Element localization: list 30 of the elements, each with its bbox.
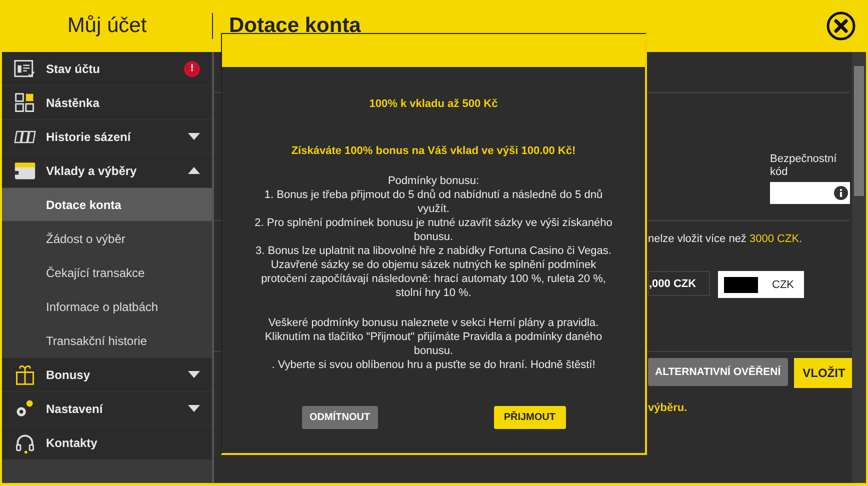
sidebar-item[interactable]: Stav účtu ! — [2, 52, 212, 86]
condition-text: 1. Bonus je třeba přijmout do 5 dnů od nabídnutí a následně do 5 dnů využít. — [263, 188, 604, 216]
sidebar-item[interactable]: Bonusy — [2, 358, 212, 392]
deposit-button[interactable]: VLOŽIT — [794, 358, 854, 388]
sidebar-item[interactable]: Nástěnka — [2, 86, 212, 120]
security-code-label: Bezpečnostní kód — [770, 153, 838, 179]
sidebar-item[interactable]: Kontakty — [2, 426, 212, 460]
condition-text: 2. Pro splnění podmínek bonusu je nutné uzavřít sázky ve výši získaného bonusu. — [254, 216, 614, 244]
decline-button[interactable]: ODMÍTNOUT — [302, 406, 378, 429]
condition-text: 3. Bonus lze uplatnit na libovolné hře z nabídky Fortuna Casino či Vegas. — [254, 244, 612, 258]
amount-display: ,000 CZK — [648, 271, 710, 296]
submenu-item[interactable]: Dotace konta — [2, 188, 212, 222]
info-text: Veškeré podmínky bonusu naleznete v sekci Herní plány a pravidla. — [267, 316, 600, 330]
accept-button[interactable]: PŘIJMOUT — [494, 406, 566, 429]
account-title: Můj účet — [67, 14, 147, 38]
amount-field[interactable]: CZK — [718, 271, 804, 298]
alternative-verification-button[interactable]: ALTERNATIVNÍ OVĚŘENÍ — [648, 358, 788, 386]
bonus-heading: 100% k vkladu až 500 Kč — [369, 97, 498, 111]
info-text: . Vyberte si svou oblíbenou hru a pusťte se do hraní. Hodně štěstí! — [270, 358, 596, 372]
condition-text: Podmínky bonusu: — [386, 174, 480, 188]
note-text: výběru. — [648, 402, 688, 414]
limit-text: nelze vložit více než 3000 CZK. — [648, 233, 804, 245]
sidebar-item[interactable]: Historie sázení — [2, 120, 212, 154]
alert-badge: ! — [184, 60, 200, 76]
page-title: Dotace konta — [229, 14, 362, 38]
bonus-message: Získáváte 100% bonus na Váš vklad ve výši 100.00 Kč! — [291, 144, 576, 158]
info-text: Kliknutím na tlačítko "Přijmout" přijímáte Pravidla a podmínky daného bonusu. — [264, 330, 604, 358]
condition-text: Uzavřené sázky se do objemu sázek nutných ke splnění podmínek protočení započítávají následovně: hrací automaty 100 %, ruleta 20 %, stolní hry 10 %. — [260, 258, 607, 300]
sidebar-item[interactable]: Vklady a výběry — [2, 154, 212, 188]
sidebar-item[interactable]: Nastavení — [2, 392, 212, 426]
